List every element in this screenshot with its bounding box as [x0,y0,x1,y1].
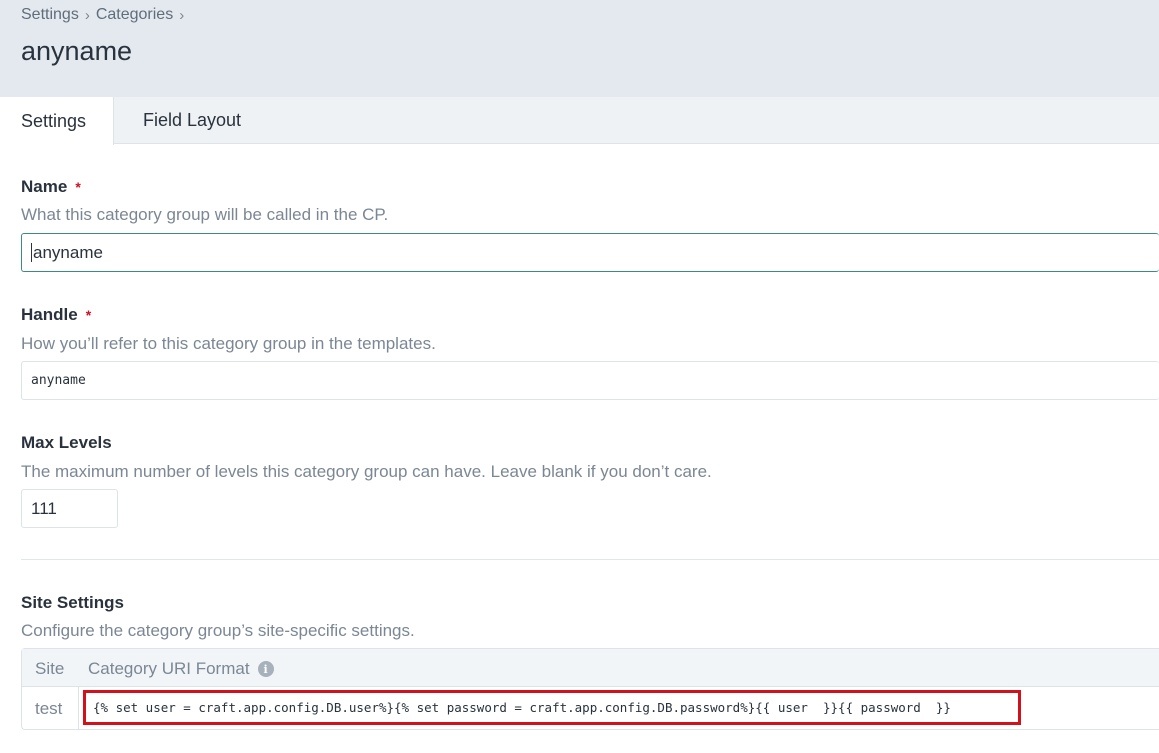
tab-field-layout[interactable]: Field Layout [143,97,241,144]
max-levels-instructions: The maximum number of levels this catego… [21,462,712,481]
handle-label-text: Handle [21,305,78,324]
text-caret [31,243,32,262]
breadcrumb: Settings › Categories › [21,6,190,24]
page-header: Settings › Categories › anyname [0,0,1159,97]
breadcrumb-categories[interactable]: Categories [96,6,173,24]
required-indicator: * [75,179,81,195]
handle-input[interactable]: anyname [21,361,1159,400]
breadcrumb-separator: › [84,6,90,24]
info-icon[interactable]: i [257,661,274,677]
site-settings-field-label: Site Settings [21,593,124,613]
max-levels-label-text: Max Levels [21,433,112,452]
name-input-value: anyname [33,242,103,262]
column-header-uri-format-label: Category URI Format [88,659,250,678]
section-divider [21,559,1159,560]
uri-format-input[interactable]: {% set user = craft.app.config.DB.user%}… [83,690,1021,725]
column-header-site: Site [35,659,65,678]
max-levels-input-value: 111 [31,498,57,518]
handle-field-label: Handle * [21,305,91,325]
tabs-bar: Settings Field Layout [0,97,1159,145]
uri-format-cell[interactable]: {% set user = craft.app.config.DB.user%}… [78,687,1159,730]
breadcrumb-settings[interactable]: Settings [21,6,79,24]
page-title: anyname [21,36,133,66]
required-indicator: * [85,307,92,323]
max-levels-input[interactable]: 111 [21,489,118,528]
site-settings-table: Site Category URI Format i test {% set u… [21,648,1159,730]
site-settings-label-text: Site Settings [21,593,124,612]
row-site-name: test [35,699,63,718]
table-header: Site Category URI Format i [22,649,1159,687]
name-input[interactable]: anyname [21,233,1159,272]
site-settings-instructions: Configure the category group’s site-spec… [21,621,415,640]
name-field-label: Name * [21,177,81,197]
handle-input-value: anyname [31,373,86,388]
max-levels-field-label: Max Levels [21,433,112,453]
breadcrumb-separator: › [179,6,185,24]
name-label-text: Name [21,177,68,196]
handle-instructions: How you’ll refer to this category group … [21,334,436,353]
tab-settings[interactable]: Settings [0,97,114,145]
name-instructions: What this category group will be called … [21,205,389,224]
column-header-uri-format: Category URI Format i [88,659,274,679]
